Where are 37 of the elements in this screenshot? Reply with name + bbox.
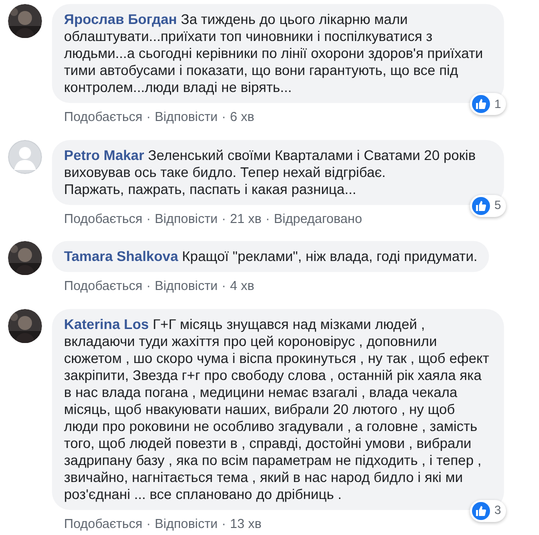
like-link[interactable]: Подобається: [64, 514, 142, 533]
separator-dot: ·: [146, 514, 151, 532]
timestamp[interactable]: 21 хв: [230, 208, 262, 228]
like-link[interactable]: Подобається: [64, 276, 142, 296]
reaction-count[interactable]: 5: [470, 194, 506, 216]
separator-dot: ·: [222, 108, 226, 126]
author-link[interactable]: Tamara Shalkova: [64, 248, 178, 264]
separator-dot: ·: [222, 277, 226, 295]
timestamp[interactable]: 4 хв: [230, 276, 254, 296]
reply-link[interactable]: Відповісти: [154, 107, 218, 126]
separator-dot: ·: [146, 210, 151, 228]
separator-dot: ·: [222, 210, 226, 228]
thumbs-up-icon: [472, 95, 490, 113]
reply-link[interactable]: Відповісти: [154, 276, 218, 296]
like-link[interactable]: Подобається: [64, 107, 142, 126]
separator-dot: ·: [146, 277, 151, 295]
reaction-count[interactable]: 1: [470, 93, 506, 115]
author-link[interactable]: Ярослав Богдан: [64, 11, 177, 27]
reply-link[interactable]: Відповісти: [154, 514, 218, 533]
author-link[interactable]: Katerina Los: [64, 316, 149, 332]
comment-text: Tamara Shalkova Кращої "реклами", ніж влада, годі придумати.: [64, 248, 478, 265]
separator-dot: ·: [222, 514, 226, 532]
reply-link[interactable]: Відповісти: [154, 208, 218, 228]
comment-text: Katerina Los Г+Г місяць знущався над мізками людей , вкладаючи туди жахіття про цей короновірус , доповнили сюжетом , шо скоро чума і віспа прокинуться , ну так , щоб ефект закріпити, Звезда г+г про свободу слова , останній рік хаяла яка в нас влада погана , медицини немає взагалі , влада чекала місяць, щоб нвакуювати наших, вибрали 20 лютого , ну щоб люди про роковини не особливо згадували , а головне , замість того, щоб людей повезти в , справді, достойні умови , вибрали задрипану базу , яка по всім параметрам не підходить , і тепер , звичайно, нагнітається тема , який в нас народ бидло і які ми роз'єднані ... все сплановано до дрібниць .: [64, 316, 490, 502]
reaction-count[interactable]: 3: [470, 500, 506, 522]
timestamp[interactable]: 6 хв: [230, 107, 254, 126]
edited-label[interactable]: Відредаговано: [274, 208, 362, 228]
thumbs-up-icon: [472, 502, 490, 520]
timestamp[interactable]: 13 хв: [230, 514, 262, 533]
author-link[interactable]: Petro Makar: [64, 146, 144, 162]
like-link[interactable]: Подобається: [64, 208, 142, 228]
comment-text: Petro Makar Зеленський своїми Кварталами і Сватами 20 років виховував ось таке бидло. Тепер нехай відгрібає. Паржать, пажрать, паспать і какая разница...: [64, 146, 477, 198]
separator-dot: ·: [266, 210, 270, 228]
avatar-icon: [8, 140, 42, 174]
comment-text: Ярослав Богдан За тиждень до цього лікарню мали облаштувати...приїхати топ чиновники і поспілкуватися з людьми...а сьогодні керівники по лінії охорони здоров'я приїхати тими автобусами і показати, що вони гарантують, що все під контролем...люди владі не вірять...: [64, 11, 484, 96]
separator-dot: ·: [146, 108, 151, 126]
thumbs-up-icon: [472, 196, 490, 214]
